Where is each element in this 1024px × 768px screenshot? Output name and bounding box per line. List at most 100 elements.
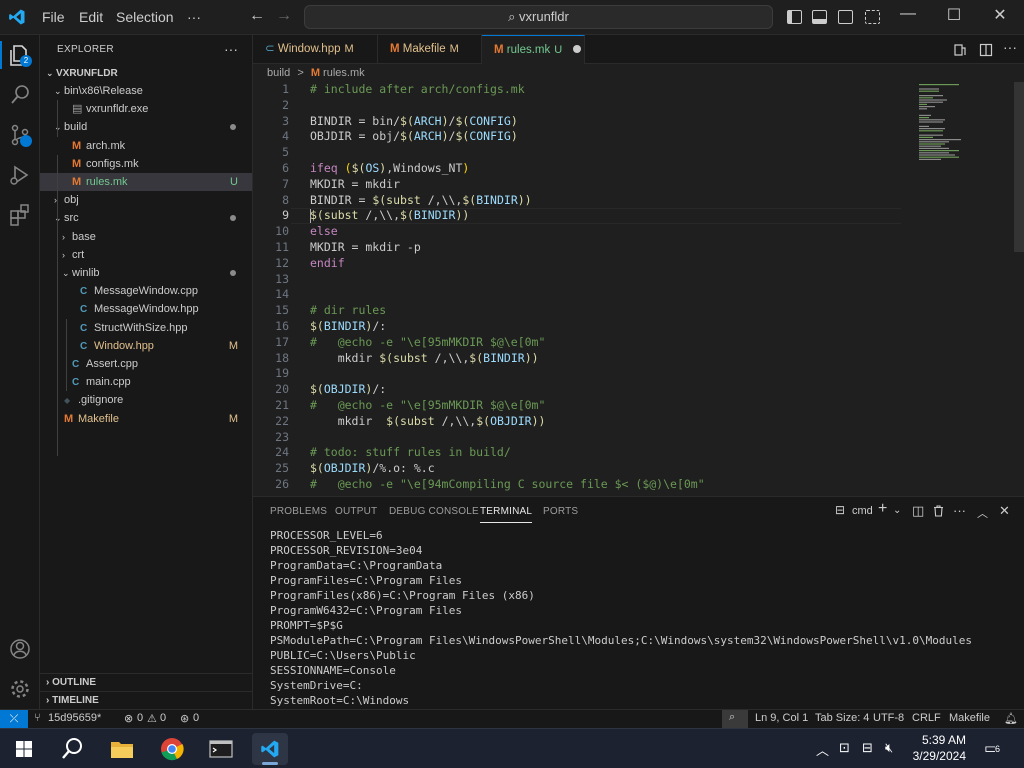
code-line[interactable]: $(subst /,\\,$(BINDIR)) [310, 208, 469, 222]
code-editor[interactable]: 1 2 3 4 5 6 7 8 9 10 11 12 13 14 15 16 17 18 19 20 21 22 23 24 2… [253, 82, 1024, 496]
close-icon[interactable]: ✕ [980, 5, 1020, 25]
code-line[interactable]: mkdir $(subst /,\\,$(OBJDIR)) [310, 414, 546, 428]
open-changes-icon[interactable] [953, 43, 967, 57]
tree-folder[interactable]: › crt [40, 246, 252, 264]
minimize-icon[interactable]: — [888, 5, 928, 23]
terminal-shell-label[interactable]: cmd [852, 505, 873, 517]
error-count[interactable]: 0 [137, 712, 143, 724]
new-terminal-icon[interactable]: + [878, 500, 887, 518]
breadcrumb-folder[interactable]: build [267, 67, 290, 79]
network-icon[interactable]: ⊟ [862, 740, 873, 756]
more-actions-icon[interactable]: ··· [1003, 39, 1017, 55]
code-line[interactable]: endif [310, 256, 345, 270]
panel-tab-terminal[interactable]: TERMINAL [480, 506, 533, 523]
tab-rules-mk[interactable]: M rules.mk U [482, 35, 585, 64]
windows-start-icon[interactable] [6, 733, 42, 765]
split-terminal-icon[interactable]: ◫ [912, 503, 924, 519]
volume-muted-icon[interactable]: 🔇︎ [885, 740, 893, 756]
outline-section[interactable]: › OUTLINE [40, 673, 252, 691]
branch-name[interactable]: 15d95659* [48, 712, 101, 724]
code-line[interactable]: $(OBJDIR)/: [310, 382, 386, 396]
code-line[interactable]: # @echo -e "\e[95mMKDIR $@\e[0m" [310, 335, 545, 349]
run-debug-icon[interactable] [6, 161, 34, 189]
tab-window-hpp[interactable]: ⊂ Window.hpp M [253, 35, 378, 64]
more-actions-icon[interactable]: ··· [224, 41, 238, 57]
terminal-app-icon[interactable] [203, 733, 239, 765]
tree-file[interactable]: ▤ vxrunfldr.exe [40, 100, 252, 118]
code-line[interactable]: # @echo -e "\e[95mMKDIR $@\e[0m" [310, 398, 545, 412]
forward-arrow-icon[interactable]: → [276, 7, 292, 25]
tree-file[interactable]: ◆ .gitignore [40, 391, 252, 409]
chrome-icon[interactable] [154, 733, 190, 765]
tree-folder[interactable]: › base [40, 228, 252, 246]
tree-folder[interactable]: ⌄ winlib [40, 264, 252, 282]
menu-edit[interactable]: Edit [79, 9, 103, 25]
tab-size[interactable]: Tab Size: 4 [815, 712, 869, 724]
file-explorer-icon[interactable] [104, 733, 140, 765]
tree-folder[interactable]: ⌄build [40, 118, 252, 136]
code-line[interactable]: MKDIR = mkdir [310, 177, 400, 191]
panel-tab-problems[interactable]: PROBLEMS [270, 506, 327, 517]
code-line[interactable]: ifeq ($(OS),Windows_NT) [310, 161, 469, 175]
tree-file[interactable]: C MessageWindow.hpp [40, 300, 252, 318]
warning-count[interactable]: 0 [160, 712, 166, 724]
code-line[interactable]: # todo: stuff rules in build/ [310, 445, 511, 459]
code-line[interactable]: $(OBJDIR)/%.o: %.c [310, 461, 435, 475]
timeline-section[interactable]: › TIMELINE [40, 691, 252, 709]
trash-icon[interactable] [933, 505, 944, 517]
code-line[interactable]: # dir rules [310, 303, 386, 317]
command-center-search[interactable]: ⌕ vxrunfldr [304, 5, 773, 29]
breadcrumb-file[interactable]: rules.mk [323, 67, 365, 79]
code-line[interactable]: # @echo -e "\e[94mCompiling C source fil… [310, 477, 705, 491]
tree-file[interactable]: C MessageWindow.cpp [40, 282, 252, 300]
tree-file[interactable]: C Window.hpp M [40, 337, 252, 355]
code-line[interactable]: mkdir $(subst /,\\,$(BINDIR)) [310, 351, 539, 365]
toggle-panel-icon[interactable] [812, 10, 827, 24]
toggle-secondary-sidebar-icon[interactable] [838, 10, 853, 24]
tree-file[interactable]: Cmain.cpp [40, 373, 252, 391]
editor-scrollbar[interactable] [1014, 82, 1024, 252]
notification-center[interactable]: ▭ 6 [984, 739, 1004, 757]
accounts-icon[interactable] [6, 635, 34, 663]
more-actions-icon[interactable]: ··· [953, 503, 966, 518]
line-endings[interactable]: CRLF [912, 712, 941, 724]
split-editor-icon[interactable] [979, 43, 993, 57]
code-line[interactable]: MKDIR = mkdir -p [310, 240, 421, 254]
code-line[interactable]: # include after arch/configs.mk [310, 82, 525, 96]
workspace-root[interactable]: ⌄ VXRUNFLDR [40, 64, 252, 82]
menu-file[interactable]: File [42, 9, 65, 25]
search-icon[interactable] [54, 733, 90, 765]
tab-makefile[interactable]: M Makefile M [378, 35, 482, 64]
remote-indicator-icon[interactable]: ⤫ [0, 710, 28, 729]
zoom-indicator[interactable]: ⌕ [722, 710, 748, 728]
menu-more[interactable]: ··· [187, 9, 201, 25]
tree-file[interactable]: Mconfigs.mk [40, 155, 252, 173]
notifications-bell-icon[interactable]: 🔔︎ [1004, 712, 1018, 725]
language-mode[interactable]: Makefile [949, 712, 990, 724]
back-arrow-icon[interactable]: ← [249, 7, 265, 25]
cursor-position[interactable]: Ln 9, Col 1 [755, 712, 808, 724]
panel-tab-ports[interactable]: PORTS [543, 506, 578, 517]
tree-file[interactable]: C Assert.cpp [40, 355, 252, 373]
code-line[interactable]: OBJDIR = obj/$(ARCH)/$(CONFIG) [310, 129, 518, 143]
ports-count[interactable]: 0 [193, 712, 199, 724]
search-icon[interactable] [6, 81, 34, 109]
code-line[interactable]: BINDIR = $(subst /,\\,$(BINDIR)) [310, 193, 532, 207]
tree-folder[interactable]: ⌄src [40, 209, 252, 227]
settings-gear-icon[interactable] [6, 675, 34, 703]
maximize-panel-icon[interactable]: ︿ [977, 505, 988, 521]
code-line[interactable]: $(BINDIR)/: [310, 319, 386, 333]
code-line[interactable]: BINDIR = bin/$(ARCH)/$(CONFIG) [310, 114, 518, 128]
extensions-icon[interactable] [6, 201, 34, 229]
chevron-down-icon[interactable]: ⌄ [893, 505, 901, 516]
maximize-icon[interactable]: ☐ [934, 5, 974, 25]
tree-file[interactable]: C StructWithSize.hpp [40, 319, 252, 337]
encoding[interactable]: UTF-8 [873, 712, 904, 724]
tree-folder[interactable]: ⌄ bin\x86\Release [40, 82, 252, 100]
close-panel-icon[interactable]: ✕ [999, 503, 1010, 519]
clock[interactable]: 5:39 AM 3/29/2024 [913, 732, 966, 764]
unsaved-dot-icon[interactable] [573, 45, 582, 53]
minimap[interactable] [913, 82, 1013, 496]
tree-file[interactable]: Mrules.mk U [40, 173, 252, 191]
vscode-taskbar-button[interactable] [252, 733, 288, 765]
